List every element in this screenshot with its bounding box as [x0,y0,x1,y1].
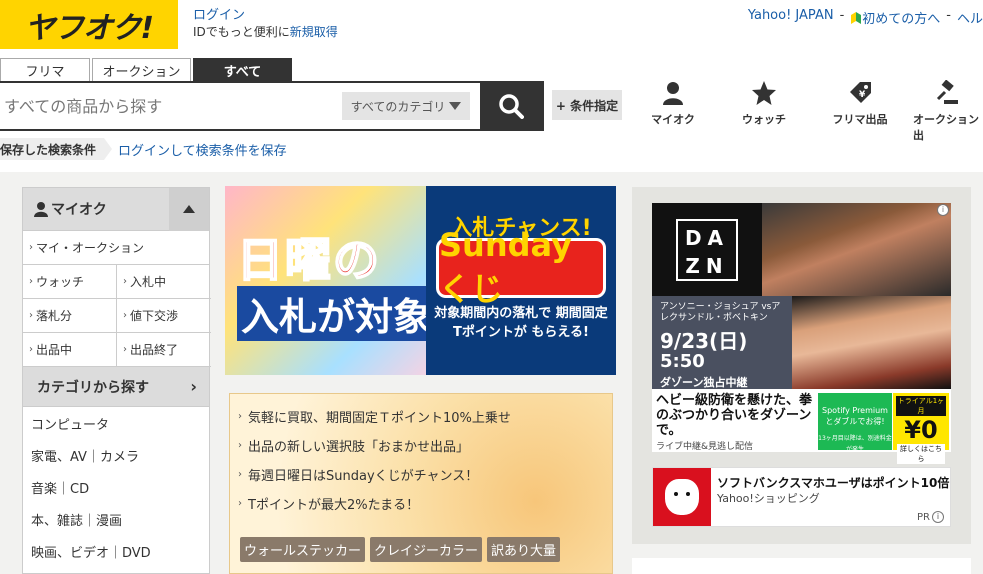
category-item[interactable]: 本、雑誌｜漫画 [23,503,209,535]
boxer-photo-1 [762,203,951,296]
quick-link-auction-listing[interactable]: オークション出 [910,80,983,143]
notice-item[interactable]: › Tポイントが最大2%たまる！ [230,489,612,518]
quick-link-watch[interactable]: ウォッチ [738,80,790,127]
save-search-login-link[interactable]: ログインして検索条件を保存 [118,140,287,159]
login-box: ログイン IDでもっと便利に新規取得 [193,8,338,40]
keyword-tag[interactable]: クレイジーカラー [370,537,483,562]
spotify-offer: Spotify Premium とダブルでお得! 13ヶ月目以降は、別途料金が発生 [818,393,892,453]
condition-button[interactable]: + 条件指定 [552,90,622,120]
category-item[interactable]: 音楽｜CD [23,471,209,503]
help-link[interactable]: ヘル [957,8,983,27]
chevron-right-icon: › [29,344,33,355]
banner-logo-main: Sundayくじ [436,226,606,308]
notice-item[interactable]: › 気軽に買取、期間固定Ｔポイント10%上乗せ [230,402,612,431]
softbank-ad-shop: Yahoo!ショッピング [717,492,820,505]
sidebar-item-watch[interactable]: › ウォッチ [23,265,117,299]
chevron-right-icon: › [123,276,127,287]
category-item[interactable]: 家電、AV｜カメラ [23,439,209,471]
pr-label: PR i [917,511,944,523]
next-panel [632,558,971,574]
myauction-links: › ウォッチ › 入札中 › 落札分 › 値下交渉 › 出品中 › 出品終了 [23,265,211,367]
ad-info-icon[interactable]: i [937,204,949,216]
notice-item[interactable]: › 出品の新しい選択肢「おまかせ出品」 [230,431,612,460]
user-icon [34,202,48,217]
keyword-tag[interactable]: 訳あり大量 [487,537,561,562]
beginner-mark-icon [851,12,862,24]
chevron-right-icon: › [123,310,127,321]
quick-link-flea-listing[interactable]: ¥ フリマ出品 [828,80,892,127]
chevron-right-icon: › [238,498,242,509]
category-item[interactable]: コンピュータ [23,407,209,439]
category-item[interactable]: 映画、ビデオ｜DVD [23,535,209,567]
notices-panel: › 気軽に買取、期間固定Ｔポイント10%上乗せ › 出品の新しい選択肢「おまかせ出品… [229,393,613,574]
banner-headline-1: 日曜の [236,232,381,288]
myauction-header: マイオク [23,187,209,231]
search-button[interactable] [480,83,542,129]
banner-headline-2: 入札が対象 [237,286,436,341]
dazn-ad[interactable]: DA ZN アンソニー・ジョシュア vsアレクサンドル・ポベトキン 9/23(日)… [652,203,951,464]
dazn-logo: DA ZN [652,203,762,296]
tab-all[interactable]: すべて [193,58,292,81]
search-scope-tabs: フリマ オークション すべて [0,58,292,81]
gavel-icon [936,80,958,104]
category-select[interactable]: すべてのカテゴリ [342,92,470,120]
collapse-toggle[interactable] [169,187,209,231]
sidebar-item-bidding[interactable]: › 入札中 [117,265,211,299]
chevron-right-icon: › [29,276,33,287]
sidebar-item-selling[interactable]: › 出品中 [23,333,117,367]
sidebar-item-sold[interactable]: › 出品終了 [117,333,211,367]
chevron-right-icon: › [238,440,242,451]
trial-price: トライアル1ヶ月 ¥0 詳しくはこちら [893,393,949,464]
softbank-ad-title: ソフトバンクスマホユーザはポイント10倍 [717,476,950,490]
category-header[interactable]: カテゴリから探す › [23,367,209,407]
dazn-event-info: アンソニー・ジョシュア vsアレクサンドル・ポベトキン 9/23(日) 5:50… [652,296,792,389]
register-link[interactable]: 新規取得 [290,25,338,39]
sidebar-item-won[interactable]: › 落札分 [23,299,117,333]
yafuoku-logo[interactable]: ヤフオク! [0,0,178,49]
login-sub-text: IDでもっと便利に新規取得 [193,25,338,39]
ad-info-icon[interactable]: i [932,511,944,523]
saved-search-label: 保存した検索条件 [0,138,113,160]
top-nav: Yahoo! JAPAN - 初めての方へ - ヘル [747,8,983,27]
softbank-dog-image [653,468,711,526]
chevron-right-icon: › [238,469,242,480]
price-tag-icon: ¥ [850,82,871,103]
banner-subtext: 対象期間内の落札で 期間固定Tポイントが もらえる! [434,306,608,340]
chevron-right-icon: › [29,242,33,253]
search-bar: すべてのカテゴリ [0,81,544,131]
user-icon [663,82,683,105]
softbank-ad[interactable]: ソフトバンクスマホユーザはポイント10倍 Yahoo!ショッピング PR i [652,467,951,527]
saved-search-bar: 保存した検索条件 ログインして検索条件を保存 [0,138,287,160]
sidebar-item-price-negotiation[interactable]: › 値下交渉 [117,299,211,333]
search-icon [499,94,524,119]
search-input[interactable] [0,83,342,129]
tab-auction[interactable]: オークション [92,58,191,81]
keyword-tags: ウォールステッカー クレイジーカラー 訳あり大量 [240,537,561,562]
chevron-right-icon: › [238,411,242,422]
login-link[interactable]: ログイン [193,8,338,24]
beginner-link[interactable]: 初めての方へ [850,8,940,27]
chevron-right-icon: › [123,344,127,355]
yahoo-japan-link[interactable]: Yahoo! JAPAN [748,8,834,27]
sidebar-item-my-auction[interactable]: › マイ・オークション [23,231,209,265]
chevron-right-icon: › [190,377,197,396]
keyword-tag[interactable]: ウォールステッカー [240,537,366,562]
dazn-ad-footer: ヘビー級防衛を懸けた、拳のぶつかり合いをダゾーンで。 ライブ中継&見逃し配信 S… [652,389,951,464]
myauction-title: マイオク [51,202,107,218]
banner-right-panel: 入札チャンス! Sundayくじ 対象期間内の落札で 期間固定Tポイントが もら… [426,186,616,375]
quick-link-myauction[interactable]: マイオク [650,80,696,127]
caret-up-icon [183,205,195,213]
svg-text:¥: ¥ [859,90,866,100]
boxer-photo-2 [792,296,951,389]
notice-item[interactable]: › 毎週日曜日はSundayくじがチャンス！ [230,460,612,489]
tab-flea-market[interactable]: フリマ [0,58,90,81]
sidebar: マイオク › マイ・オークション › ウォッチ › 入札中 › 落札分 › 値下交渉 › 出… [22,187,211,574]
chevron-right-icon: › [29,310,33,321]
sunday-kuji-banner[interactable]: 日曜の 入札が対象 入札チャンス! Sundayくじ 対象期間内の落札で 期間固… [225,186,616,375]
star-icon [752,81,776,105]
dropdown-arrow-icon [449,102,462,110]
